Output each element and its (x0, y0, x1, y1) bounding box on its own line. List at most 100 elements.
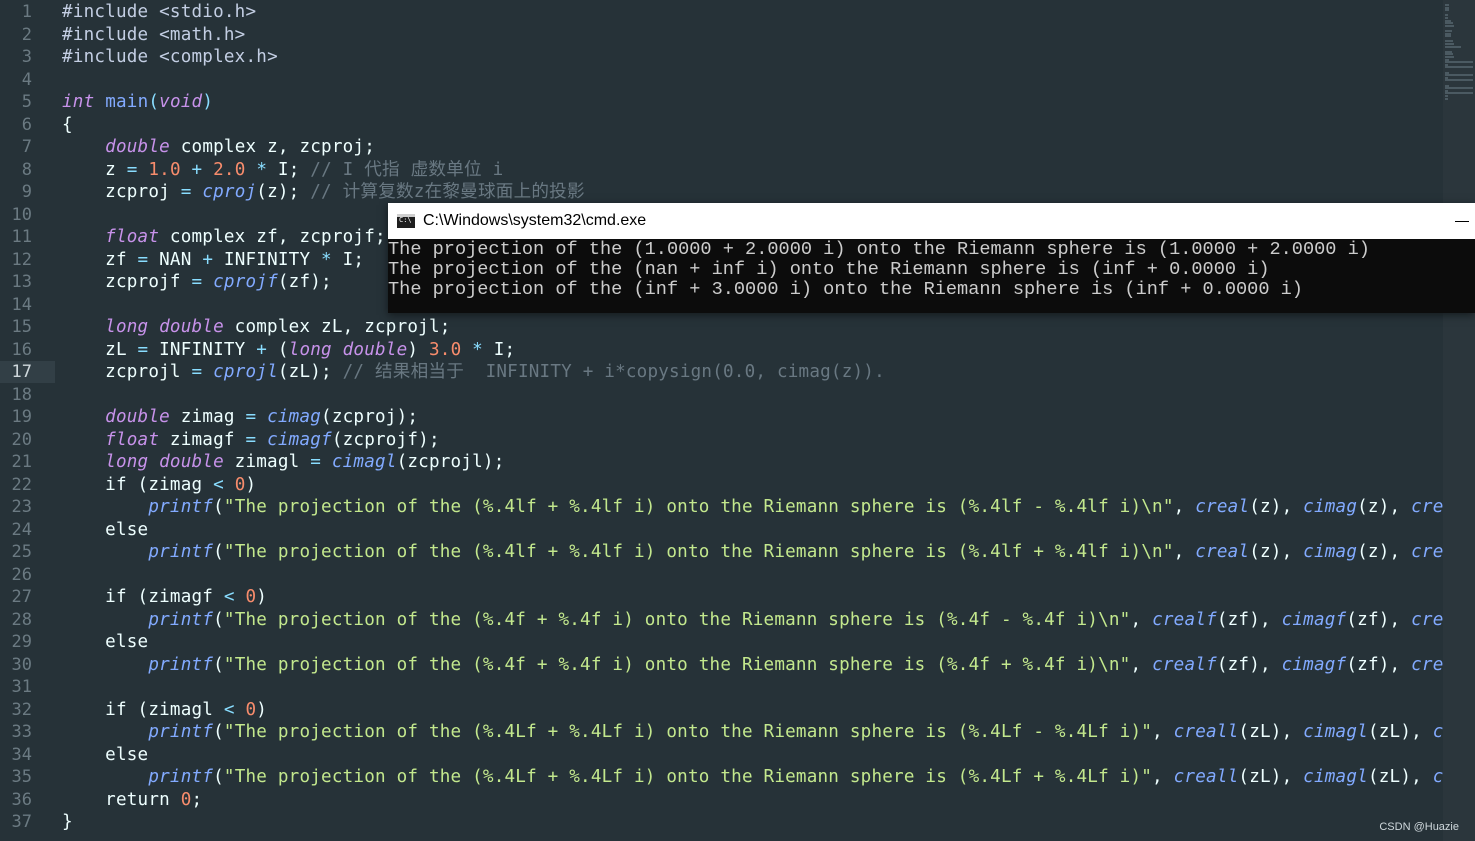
code-token: cprojf (213, 272, 278, 292)
line-number: 2 (21, 24, 32, 45)
code-line[interactable]: printf("The projection of the (%.4Lf + %… (62, 721, 1475, 743)
line-number: 12 (11, 249, 32, 270)
code-line[interactable]: if (zimagl < 0) (62, 699, 267, 721)
code-line[interactable]: printf("The projection of the (%.4Lf + %… (62, 766, 1475, 788)
cmd-title-bar[interactable]: C:\Windows\system32\cmd.exe (388, 203, 1475, 239)
code-editor[interactable]: 1 2 3 4 5 6 7 8 9 10 11 12 13 14 15 16 17 18 19 20 21 22 23 24 2… (0, 0, 1475, 841)
code-line[interactable]: else (62, 631, 148, 653)
code-line[interactable]: printf("The projection of the (%.4lf + %… (62, 496, 1475, 518)
code-line[interactable]: zcprojl = cprojl(zL); // 结果相当于 INFINITY … (62, 361, 885, 383)
cmd-output-line: The projection of the (1.0000 + 2.0000 i… (388, 239, 1370, 260)
code-token: (zf); (277, 272, 332, 292)
code-line[interactable]: float zimagf = cimagf(zcprojf); (62, 429, 440, 451)
line-number-gutter: 1 2 3 4 5 6 7 8 9 10 11 12 13 14 15 16 17 18 19 20 21 22 23 24 2… (0, 0, 55, 841)
minimap-line (1445, 87, 1473, 90)
code-token: creal (1195, 497, 1250, 517)
code-token: = (191, 272, 203, 292)
code-token: , (1130, 654, 1153, 675)
line-number: 37 (11, 812, 32, 832)
code-line[interactable]: zcprojf = cprojf(zf); (62, 271, 332, 293)
code-token: cimagf (1281, 654, 1347, 675)
code-line[interactable]: printf("The projection of the (%.4f + %.… (62, 654, 1475, 676)
code-token: ( (213, 654, 224, 675)
code-token: ( (213, 497, 224, 517)
code-token: crealf (1152, 609, 1217, 630)
code-token: , (1173, 497, 1196, 517)
code-line[interactable]: printf("The projection of the (%.4f + %.… (62, 609, 1475, 631)
code-line[interactable]: else (62, 519, 148, 541)
line-number: 16 (11, 339, 32, 360)
code-token: NAN (148, 249, 203, 270)
code-token: creall (1173, 767, 1239, 787)
minimap-line (1445, 79, 1473, 82)
code-line[interactable]: printf("The projection of the (%.4lf + %… (62, 541, 1475, 563)
code-token: "The projection of the (%.4Lf + %.4Lf i)… (223, 767, 1153, 787)
code-token: <math.h> (159, 24, 246, 45)
code-line[interactable]: if (zimagf < 0) (62, 586, 267, 608)
line-number: 26 (11, 564, 32, 585)
code-token: 0 (245, 699, 257, 720)
code-token: zimagf (159, 429, 246, 450)
cmd-window[interactable]: C:\Windows\system32\cmd.exe The projecti… (388, 203, 1475, 313)
code-token: ) (407, 339, 429, 360)
code-token: , (1130, 609, 1153, 630)
code-line[interactable]: z = 1.0 + 2.0 * I; // I 代指 虚数单位 i (62, 159, 503, 181)
code-token: cimag (1303, 542, 1358, 562)
code-line[interactable]: { (62, 114, 73, 136)
code-token: creal (1195, 542, 1250, 562)
code-token: (zL), (1367, 767, 1433, 787)
code-line[interactable]: zf = NAN + INFINITY * I; (62, 249, 364, 271)
code-line[interactable]: long double zimagl = cimagl(zcprojl); (62, 451, 505, 473)
code-token: ( (213, 609, 224, 630)
line-number: 19 (11, 407, 32, 427)
code-line[interactable]: return 0; (62, 789, 202, 811)
code-line[interactable]: } (62, 811, 73, 833)
code-token: cimag (267, 407, 322, 427)
code-line[interactable]: double zimag = cimag(zcproj); (62, 406, 418, 428)
code-token: 0 (245, 587, 257, 607)
code-line[interactable]: zL = INFINITY + (long double) 3.0 * I; (62, 339, 515, 361)
code-token: crealf (1152, 654, 1217, 675)
code-line[interactable]: int main(void) (62, 91, 213, 113)
code-line[interactable]: if (zimag < 0) (62, 474, 256, 496)
line-number: 36 (11, 789, 32, 810)
code-line[interactable]: #include <math.h> (62, 24, 245, 46)
code-token: long double (288, 339, 408, 360)
minimap[interactable] (1443, 0, 1475, 841)
code-line[interactable]: long double complex zL, zcprojl; (62, 316, 451, 338)
code-token: cimagf (267, 429, 332, 450)
code-line[interactable]: double complex z, zcproj; (62, 136, 375, 158)
code-token: I; (331, 249, 365, 270)
minimap-line (1445, 66, 1473, 69)
minimap-line (1445, 74, 1473, 77)
code-token: 0 (234, 474, 246, 495)
code-line[interactable]: #include <complex.h> (62, 46, 278, 68)
code-line[interactable]: else (62, 744, 148, 766)
minimize-button[interactable] (1455, 220, 1469, 222)
code-token: (zL), (1238, 722, 1304, 742)
code-line[interactable]: zcproj = cproj(z); // 计算复数z在黎曼球面上的投影 (62, 181, 585, 203)
code-token: = (137, 339, 149, 360)
code-token: float (105, 429, 160, 450)
line-number: 30 (11, 654, 32, 675)
code-token: 0 (180, 789, 192, 810)
code-token: (z); (256, 182, 311, 202)
code-token: printf (148, 654, 214, 675)
code-token: (zcprojl); (396, 452, 505, 472)
code-token: , (1152, 722, 1174, 742)
code-token: < (223, 587, 235, 607)
code-token: <stdio.h> (159, 2, 257, 22)
line-number: 20 (11, 429, 32, 450)
code-token: (z), (1357, 497, 1412, 517)
code-token: // 计算复数z在黎曼球面上的投影 (310, 182, 585, 202)
code-line[interactable]: #include <stdio.h> (62, 1, 256, 23)
code-line[interactable]: float complex zf, zcprojf; (62, 226, 386, 248)
